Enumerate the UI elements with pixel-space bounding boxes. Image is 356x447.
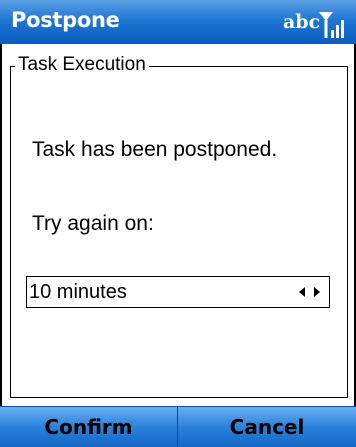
postponed-message: Task has been postponed.: [32, 138, 278, 161]
group-legend: Task Execution: [15, 54, 149, 76]
retry-interval-select[interactable]: 10 minutes: [26, 276, 330, 308]
retry-interval-value: 10 minutes: [29, 281, 127, 303]
confirm-button[interactable]: Confirm: [0, 407, 177, 447]
input-mode-indicator[interactable]: abc: [283, 11, 320, 33]
title-bar: Postpone abc: [0, 0, 356, 44]
softkey-bar: Confirm Cancel: [0, 406, 356, 447]
retry-label: Try again on:: [32, 212, 154, 235]
signal-strength-icon: [319, 12, 344, 38]
arrow-left-icon[interactable]: [299, 287, 305, 297]
arrow-right-icon[interactable]: [314, 287, 320, 297]
window-title: Postpone: [11, 8, 120, 32]
cancel-button[interactable]: Cancel: [178, 407, 356, 447]
dialog-content: Task Execution Task has been postponed. …: [0, 44, 356, 406]
